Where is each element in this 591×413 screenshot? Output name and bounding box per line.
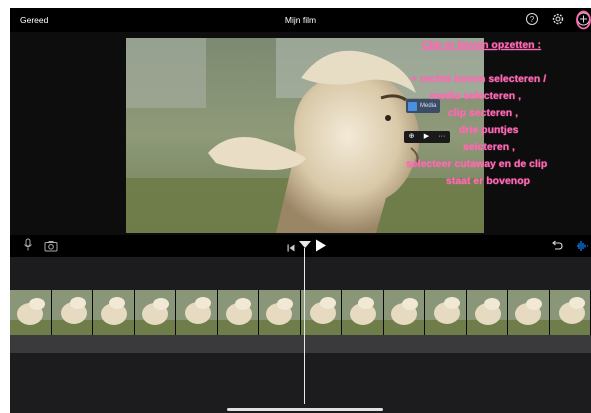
more-options-icon[interactable]: ···: [438, 131, 445, 143]
undo-icon[interactable]: [551, 239, 563, 257]
annotation-line: selcteren ,: [463, 141, 515, 153]
play-icon[interactable]: [315, 239, 327, 257]
audio-track[interactable]: [10, 335, 591, 353]
top-bar: Gereed Mijn film ?: [10, 8, 591, 32]
video-track[interactable]: [10, 290, 591, 336]
home-indicator[interactable]: [227, 408, 383, 411]
audio-waveform-icon[interactable]: [576, 239, 589, 257]
clip-thumbnail: [217, 290, 259, 336]
camera-icon[interactable]: [44, 239, 58, 257]
clip-thumbnail: [51, 290, 93, 336]
clip-thumbnail: [549, 290, 591, 336]
timeline-empty-track: [10, 257, 591, 290]
playhead-marker[interactable]: [299, 241, 311, 248]
annotation-line: drie puntjes: [459, 124, 519, 136]
play-clip-icon[interactable]: ▶: [424, 131, 429, 143]
annotation-line: clip secteren ,: [448, 107, 519, 119]
annotation-line: selecteer cutaway en de clip: [406, 158, 548, 170]
microphone-icon[interactable]: [23, 238, 33, 257]
timeline[interactable]: [10, 257, 591, 413]
playhead[interactable]: [304, 248, 305, 404]
clip-thumbnail: [342, 290, 384, 336]
plus-circle-icon[interactable]: [576, 10, 591, 34]
clip-thumbnail: [425, 290, 467, 336]
media-chip-label: Media: [420, 103, 437, 109]
skip-to-start-icon[interactable]: [286, 240, 296, 258]
annotation-line: + rechts boven selecteren /: [411, 73, 547, 85]
clip-thumbnail: [10, 290, 52, 336]
imovie-app: Gereed Mijn film ? Media ⊕ ▶ ··· Clip er…: [10, 8, 591, 413]
add-clip-icon[interactable]: ⊕: [409, 131, 415, 143]
clip-thumbnail: [176, 290, 218, 336]
annotation-line: staat er bovenop: [446, 175, 531, 187]
clip-controls: ⊕ ▶ ···: [404, 131, 450, 143]
clip-thumbnail: [508, 290, 550, 336]
screen: Gereed Mijn film ? Media ⊕ ▶ ··· Clip er…: [0, 0, 591, 413]
annotation-heading: Clip er boven opzetten :: [422, 39, 542, 51]
clip-thumbnail: [383, 290, 425, 336]
film-icon: [408, 101, 417, 111]
clip-thumbnail: [300, 290, 342, 336]
help-circle-icon[interactable]: ?: [525, 12, 539, 28]
video-preview-area: Media ⊕ ▶ ··· Clip er boven opzetten : +…: [10, 32, 591, 235]
clip-thumbnail: [259, 290, 301, 336]
clip-thumbnail: [466, 290, 508, 336]
timeline-empty-track: [10, 353, 591, 413]
clip-thumbnail: [134, 290, 176, 336]
svg-text:?: ?: [530, 15, 535, 24]
project-title: Mijn film: [284, 15, 317, 25]
gear-icon[interactable]: [551, 12, 565, 28]
annotation-line: media selecteren ,: [430, 90, 522, 102]
clip-thumbnail: [93, 290, 135, 336]
